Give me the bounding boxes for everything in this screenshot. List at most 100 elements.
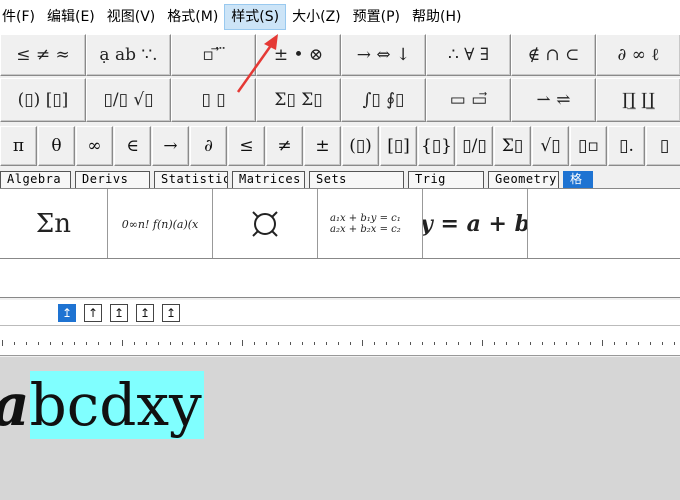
labeled-arrows-palette-button[interactable]: ⇀ ⇌	[511, 78, 596, 122]
document-area[interactable]: abcdxy	[0, 357, 680, 500]
menu-size[interactable]: 大小(Z)	[286, 4, 347, 30]
symbol-palette-row-1: ≤ ≠ ≈ ạ ab ∵. ▫ ⃗ ⃛ ± • ⊗ → ⇔ ↓ ∴ ∀ ∃ ∉ …	[0, 34, 680, 76]
ruler[interactable]	[0, 326, 680, 356]
theta-symbol-button[interactable]: θ	[38, 126, 75, 166]
ruler-tick	[206, 342, 207, 345]
quick-symbols-row: π θ ∞ ∈ → ∂ ≤ ≠ ± (▯) [▯] {▯} ▯/▯ Σ▯ √▯ …	[0, 126, 680, 166]
ruler-tick	[374, 342, 375, 345]
ruler-tick	[674, 342, 675, 345]
integrals-palette-button[interactable]: ∫▯ ∮▯	[341, 78, 426, 122]
functions-template[interactable]: 0∞n! f(n)(a)(x	[108, 189, 213, 259]
leq-symbol-button[interactable]: ≤	[228, 126, 265, 166]
tab-geometry[interactable]: Geometry	[488, 171, 559, 188]
ruler-tick	[590, 342, 591, 345]
tab-statistics[interactable]: Statistics	[154, 171, 228, 188]
brackets-template-button[interactable]: [▯]	[380, 126, 417, 166]
tab-matrices[interactable]: Matrices	[232, 171, 305, 188]
ruler-tick	[194, 342, 195, 345]
menu-edit[interactable]: 编辑(E)	[41, 4, 101, 30]
ruler-tick	[410, 342, 411, 345]
ruler-tick	[314, 342, 315, 345]
template-palette-row-2: (▯) [▯] ▯/▯ √▯ ▯ ▯ Σ▯ Σ▯ ∫▯ ∮▯ ▭ ▭⃗ ⇀ ⇌ …	[0, 78, 680, 122]
braces-template-button[interactable]: {▯}	[418, 126, 455, 166]
tab-extra[interactable]: 格	[563, 171, 593, 188]
tab-derivs[interactable]: Derivs	[75, 171, 150, 188]
operators-palette-button[interactable]: ± • ⊗	[256, 34, 341, 76]
menu-style[interactable]: 样式(S)	[224, 4, 287, 30]
element-of-symbol-button[interactable]: ∈	[114, 126, 151, 166]
menu-format[interactable]: 格式(M)	[161, 4, 224, 30]
menu-view[interactable]: 视图(V)	[101, 4, 162, 30]
ruler-tick	[518, 342, 519, 345]
align-button-5[interactable]: ↥	[162, 304, 180, 322]
fraction-template-button[interactable]: ▯/▯	[456, 126, 493, 166]
ruler-tick	[110, 342, 111, 345]
overbars-palette-button[interactable]: ▭ ▭⃗	[426, 78, 511, 122]
menu-bar: 件(F) 编辑(E) 视图(V) 格式(M) 样式(S) 大小(Z) 预置(P)…	[0, 0, 680, 34]
ruler-tick	[662, 342, 663, 345]
menu-preset[interactable]: 预置(P)	[347, 4, 406, 30]
summations-palette-button[interactable]: Σ▯ Σ▯	[256, 78, 341, 122]
tab-trig[interactable]: Trig	[408, 171, 484, 188]
products-palette-button[interactable]: ∏̲ ∐̲	[596, 78, 680, 122]
plusminus-symbol-button[interactable]: ±	[304, 126, 341, 166]
tab-algebra[interactable]: Algebra	[0, 171, 71, 188]
box-template-button[interactable]: ▯	[646, 126, 680, 166]
fences-palette-button[interactable]: (▯) [▯]	[0, 78, 86, 122]
tab-sets[interactable]: Sets	[309, 171, 404, 188]
menu-help[interactable]: 帮助(H)	[406, 4, 467, 30]
subscript-template-button[interactable]: ▯.	[608, 126, 645, 166]
ruler-tick	[530, 342, 531, 345]
sum-n-template[interactable]: Σn	[0, 189, 108, 259]
ruler-tick	[290, 342, 291, 345]
ruler-tick	[614, 342, 615, 345]
ruler-tick	[26, 342, 27, 345]
pi-symbol-button[interactable]: π	[0, 126, 37, 166]
circle-shape-icon	[252, 211, 278, 237]
align-button-3[interactable]: ↥	[110, 304, 128, 322]
parens-template-button[interactable]: (▯)	[342, 126, 379, 166]
align-button-1[interactable]: ↥	[58, 304, 76, 322]
set-theory-palette-button[interactable]: ∉ ∩ ⊂	[511, 34, 596, 76]
ruler-tick	[326, 342, 327, 345]
linear-equation-template[interactable]: y = a + b	[423, 189, 528, 259]
menu-file[interactable]: 件(F)	[0, 4, 41, 30]
arrow-symbol-button[interactable]: →	[152, 126, 189, 166]
ruler-tick	[302, 342, 303, 345]
embellishments-palette-button[interactable]: ▫ ⃗ ⃛	[171, 34, 256, 76]
system-line-1: a₁x + b₁y = c₁	[330, 213, 401, 224]
equation-system-template[interactable]: a₁x + b₁y = c₁ a₂x + b₂x = c₂	[318, 189, 423, 259]
sum-template-button[interactable]: Σ▯	[494, 126, 531, 166]
fractions-radicals-palette-button[interactable]: ▯/▯ √▯	[86, 78, 171, 122]
spaces-ellipses-palette-button[interactable]: ạ ab ∵.	[86, 34, 171, 76]
infinity-symbol-button[interactable]: ∞	[76, 126, 113, 166]
formula-selected-text: bcdxy	[29, 371, 204, 439]
ruler-tick	[62, 342, 63, 345]
align-button-4[interactable]: ↥	[136, 304, 154, 322]
empty-template-slot	[528, 189, 680, 259]
ruler-tick	[398, 342, 399, 345]
arrows-palette-button[interactable]: → ⇔ ↓	[341, 34, 426, 76]
ruler-tick	[2, 340, 3, 346]
ruler-tick	[446, 342, 447, 345]
ruler-tick	[170, 342, 171, 345]
subscripts-palette-button[interactable]: ▯ ▯	[171, 78, 256, 122]
sqrt-template-button[interactable]: √▯	[532, 126, 569, 166]
neq-symbol-button[interactable]: ≠	[266, 126, 303, 166]
circle-template[interactable]	[213, 189, 318, 259]
ruler-tick	[506, 342, 507, 345]
ruler-tick	[14, 342, 15, 345]
ruler-tick	[122, 340, 123, 346]
ruler-tick	[266, 342, 267, 345]
formula-text[interactable]: abcdxy	[0, 371, 204, 439]
logic-palette-button[interactable]: ∴ ∀ ∃	[426, 34, 511, 76]
misc-symbols-palette-button[interactable]: ∂ ∞ ℓ	[596, 34, 680, 76]
superscript-template-button[interactable]: ▯▫	[570, 126, 607, 166]
align-button-2[interactable]: ↑	[84, 304, 102, 322]
ruler-tick	[278, 342, 279, 345]
relations-palette-button[interactable]: ≤ ≠ ≈	[0, 34, 86, 76]
ruler-tick	[470, 342, 471, 345]
ruler-tick	[50, 342, 51, 345]
partial-symbol-button[interactable]: ∂	[190, 126, 227, 166]
ruler-tick	[98, 342, 99, 345]
